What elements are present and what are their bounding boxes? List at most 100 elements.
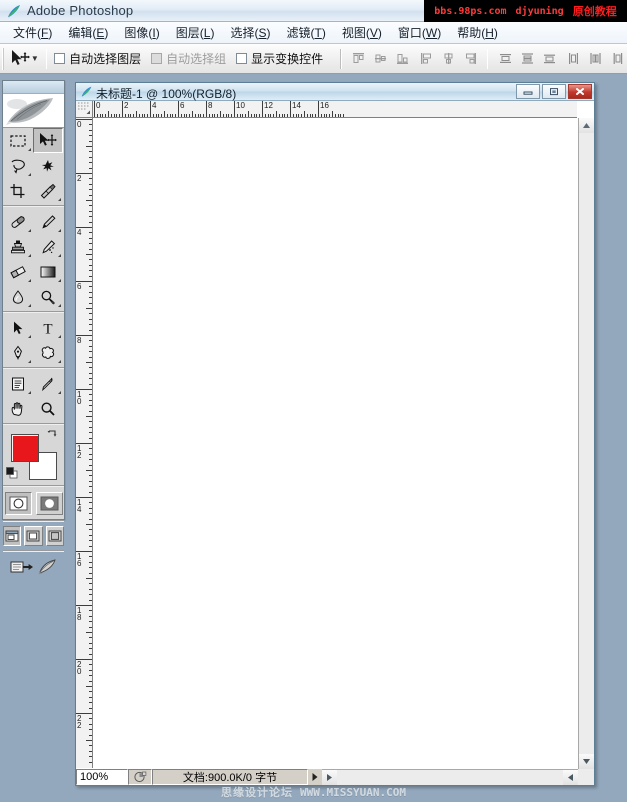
menu-window[interactable]: 窗口(W) [391, 22, 448, 43]
document-title: 未标题-1 @ 100%(RGB/8) [96, 87, 237, 101]
options-separator-1 [45, 48, 48, 69]
tool-lasso[interactable] [3, 153, 33, 178]
status-menu-arrow[interactable] [308, 769, 322, 785]
standard-screen-mode-button[interactable] [3, 526, 22, 546]
tool-type[interactable]: T [33, 315, 63, 340]
tool-gradient[interactable] [33, 259, 63, 284]
ruler-origin-corner[interactable] [76, 101, 93, 118]
menu-select[interactable]: 选择(S) [223, 22, 277, 43]
distribute-left-edges-icon[interactable] [563, 49, 583, 69]
full-screen-with-menubar-button[interactable] [24, 526, 43, 546]
tool-blur[interactable] [3, 284, 33, 309]
ruler-tick-minor [138, 114, 140, 117]
align-bottom-edges-icon[interactable] [393, 49, 413, 69]
scroll-down-arrow-icon[interactable] [579, 754, 594, 769]
tool-eraser[interactable] [3, 259, 33, 284]
distribute-vertical-centers-icon[interactable] [517, 49, 537, 69]
options-bar-grip[interactable] [2, 47, 6, 70]
show-transform-controls-option[interactable]: 显示变换控件 [236, 50, 323, 67]
menu-edit-label: 编辑 [68, 26, 93, 40]
canvas-page[interactable] [93, 118, 578, 769]
tool-clone-stamp[interactable] [3, 234, 33, 259]
tool-magic-wand[interactable] [33, 153, 63, 178]
ruler-tick-minor [250, 114, 252, 117]
tool-crop[interactable] [3, 178, 33, 203]
tool-dodge[interactable] [33, 284, 63, 309]
ruler-tick-major [94, 101, 95, 117]
ruler-tick-minor [89, 135, 92, 137]
distribute-right-edges-icon[interactable] [607, 49, 627, 69]
history-more-triangle-icon [55, 254, 61, 257]
menu-filter[interactable]: 滤镜(T) [279, 22, 332, 43]
align-top-edges-icon[interactable] [349, 49, 369, 69]
ruler-tick-minor [89, 707, 92, 709]
edit-in-imageready-button[interactable] [38, 558, 58, 579]
auto-select-layer-checkbox[interactable] [54, 53, 66, 64]
menu-layer[interactable]: 图层(L) [169, 22, 222, 43]
standard-mode-button[interactable] [4, 492, 32, 515]
active-tool-icon[interactable] [9, 47, 31, 71]
tool-healing-brush[interactable] [3, 209, 33, 234]
ruler-tick-minor [89, 621, 92, 623]
tool-slice[interactable] [33, 178, 63, 203]
align-vertical-centers-icon[interactable] [371, 49, 391, 69]
menu-edit[interactable]: 编辑(E) [61, 22, 115, 43]
tool-pen[interactable] [3, 340, 33, 365]
auto-select-layer-option[interactable]: 自动选择图层 [54, 50, 141, 67]
ruler-tick-minor [264, 114, 266, 117]
ruler-label: 20 [77, 660, 82, 676]
tool-zoom[interactable] [33, 396, 63, 421]
distribute-horizontal-centers-icon[interactable] [585, 49, 605, 69]
horizontal-ruler[interactable]: 0 2 4 6 8 10 12 14 16 [93, 101, 577, 118]
tool-brush[interactable] [33, 209, 63, 234]
full-screen-mode-button[interactable] [45, 526, 64, 546]
tool-move[interactable] [33, 128, 63, 153]
scroll-left-arrow-icon[interactable] [322, 770, 337, 785]
vertical-scrollbar[interactable] [578, 118, 594, 769]
canvas-area[interactable] [93, 118, 578, 769]
minimize-button[interactable] [516, 84, 540, 99]
tool-eyedropper[interactable] [33, 371, 63, 396]
ruler-tick-minor [99, 114, 101, 117]
scroll-up-arrow-icon[interactable] [579, 118, 594, 133]
distribute-bottom-edges-icon[interactable] [539, 49, 559, 69]
quick-mask-mode-button[interactable] [35, 492, 63, 515]
swap-colors-icon[interactable] [46, 429, 58, 444]
menu-help[interactable]: 帮助(H) [450, 22, 505, 43]
tool-hand[interactable] [3, 396, 33, 421]
document-preview-icon[interactable] [128, 769, 152, 785]
menu-file[interactable]: 文件(F) [6, 22, 59, 43]
menu-image[interactable]: 图像(I) [117, 22, 166, 43]
distribute-top-edges-icon[interactable] [495, 49, 515, 69]
default-colors-icon[interactable] [6, 467, 18, 479]
watermark-forum-name: 思缘设计论坛 [221, 786, 294, 799]
watermark-site: bbs.98ps.com [434, 5, 507, 17]
ruler-tick-minor [158, 114, 160, 117]
ruler-label: 2 [124, 101, 129, 110]
vertical-ruler[interactable]: 0 2 4 6 8 10 12 14 16 18 20 22 [76, 118, 93, 768]
show-transform-controls-checkbox[interactable] [236, 53, 248, 64]
tool-notes[interactable] [3, 371, 33, 396]
align-left-edges-icon[interactable] [416, 49, 436, 69]
tool-rectangular-marquee[interactable] [3, 128, 33, 153]
tool-history-brush[interactable] [33, 234, 63, 259]
close-button[interactable] [568, 84, 592, 99]
scroll-right-arrow-icon[interactable] [563, 770, 578, 785]
tool-custom-shape[interactable] [33, 340, 63, 365]
zoom-level-field[interactable]: 100% [76, 769, 128, 785]
toolbox-drag-header[interactable] [3, 81, 64, 94]
maximize-button[interactable] [542, 84, 566, 99]
align-right-edges-icon[interactable] [460, 49, 480, 69]
tool-path-selection[interactable] [3, 315, 33, 340]
foreground-color-swatch[interactable] [11, 434, 39, 462]
toolbox-divider-3 [3, 367, 64, 369]
align-horizontal-centers-icon[interactable] [438, 49, 458, 69]
jump-to-imageready-button[interactable] [10, 558, 34, 579]
ruler-tick-minor [89, 167, 92, 169]
tool-preset-chevron-down-icon[interactable]: ▼ [31, 47, 39, 71]
horizontal-scrollbar[interactable] [322, 769, 578, 785]
menu-view[interactable]: 视图(V) [335, 22, 389, 43]
document-title-bar[interactable]: 未标题-1 @ 100%(RGB/8) [76, 83, 594, 101]
ruler-tick-major [178, 101, 179, 117]
ruler-tick-minor [89, 189, 92, 191]
